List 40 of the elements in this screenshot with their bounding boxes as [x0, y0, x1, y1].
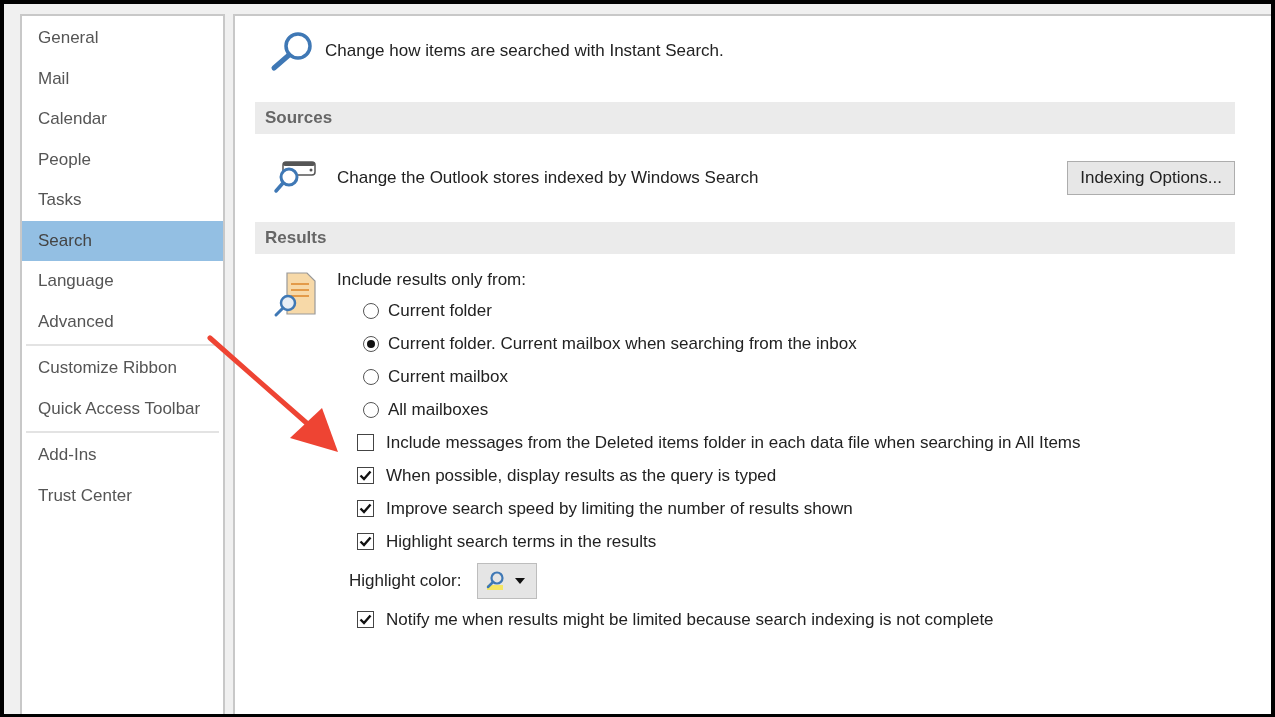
checkbox-label[interactable]: Improve search speed by limiting the number of results shown	[386, 498, 853, 519]
sidebar-item[interactable]: Trust Center	[22, 475, 223, 516]
sidebar-item[interactable]: Customize Ribbon	[22, 348, 223, 389]
sidebar-item[interactable]: Language	[22, 261, 223, 302]
radio-label[interactable]: Current mailbox	[388, 366, 508, 387]
checkbox-label[interactable]: Notify me when results might be limited because search indexing is not complete	[386, 609, 994, 630]
radio-button[interactable]	[363, 302, 379, 319]
checkbox-label[interactable]: Highlight search terms in the results	[386, 531, 657, 552]
search-icon	[269, 30, 315, 72]
highlight-color-label: Highlight color:	[349, 570, 462, 591]
radio-button[interactable]	[363, 335, 379, 352]
color-picker-button[interactable]	[477, 562, 538, 599]
radio-label[interactable]: Current folder	[388, 300, 492, 321]
sources-description: Change the Outlook stores indexed by Windows Search	[337, 168, 760, 188]
sidebar-item[interactable]: General	[22, 18, 223, 59]
sidebar-item[interactable]: Add-Ins	[22, 435, 223, 476]
section-header: Results	[255, 222, 1235, 254]
sidebar-item[interactable]: Mail	[22, 58, 223, 99]
sidebar-item[interactable]: Quick Access Toolbar	[22, 388, 223, 429]
radio-group-label: Include results only from:	[337, 269, 527, 291]
sidebar-item[interactable]: People	[22, 139, 223, 180]
indexing-options-button[interactable]: Indexing Options...	[1067, 161, 1235, 195]
sidebar-item[interactable]: Search	[22, 220, 223, 261]
radio-label[interactable]: Current folder. Current mailbox when searching from the inbox	[388, 333, 857, 354]
sidebar-item[interactable]: Calendar	[22, 99, 223, 140]
checkbox-label[interactable]: Include messages from the Deleted items folder in each data file when searching in All Items	[386, 432, 1081, 453]
sidebar-item[interactable]: Advanced	[22, 301, 223, 342]
checkbox-label[interactable]: When possible, display results as the query is typed	[386, 465, 777, 486]
caret-icon	[514, 576, 527, 585]
checkbox[interactable]	[357, 467, 374, 484]
radio-button[interactable]	[363, 368, 379, 385]
intro-text: Change how items are searched with Instant Search.	[325, 41, 724, 61]
radio-button[interactable]	[363, 401, 379, 418]
section-header: Sources	[255, 102, 1235, 134]
checkbox[interactable]	[357, 434, 374, 451]
checkbox[interactable]	[357, 500, 374, 517]
checkbox[interactable]	[357, 533, 374, 550]
radio-label[interactable]: All mailboxes	[388, 399, 489, 420]
sidebar-item[interactable]: Tasks	[22, 180, 223, 221]
checkbox[interactable]	[357, 611, 374, 628]
